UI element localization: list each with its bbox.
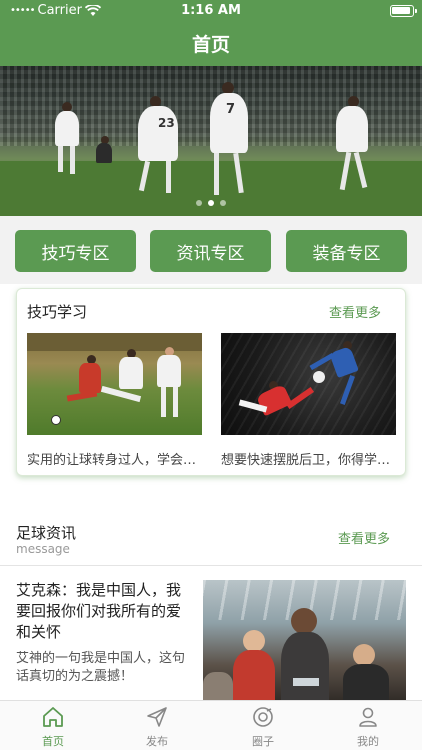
jersey-number-7: 7	[226, 102, 236, 117]
skills-zone-label: 技巧专区	[41, 243, 110, 264]
carousel-dot-active[interactable]	[208, 200, 214, 206]
battery-icon	[390, 5, 417, 17]
send-icon	[147, 707, 167, 727]
skills-zone-button[interactable]: 技巧专区	[15, 230, 136, 272]
tab-bar: 首页 发布 圈子 我的	[0, 700, 422, 750]
zone-buttons: 技巧专区 资讯专区 装备专区	[0, 216, 422, 284]
circle-icon	[253, 707, 273, 727]
tab-home-label: 首页	[42, 735, 64, 748]
skill-caption[interactable]: 想要快速摆脱后卫，你得学会这招	[221, 449, 396, 468]
home-icon	[43, 707, 63, 727]
news-section-title: 足球资讯	[16, 524, 77, 542]
news-zone-button[interactable]: 资讯专区	[150, 230, 271, 272]
jersey-number-23: 23	[158, 116, 175, 130]
news-article-title[interactable]: 艾克森：我是中国人，我要回报你们对我所有的爱和关怀	[16, 580, 192, 643]
person-icon	[359, 707, 377, 727]
skills-card: 技巧学习 查看更多 实用的让球转身过人，学会秒杀防守 想要快速摆脱后卫，你得学会…	[16, 288, 406, 476]
tab-mine-label: 我的	[357, 735, 379, 748]
skill-caption[interactable]: 实用的让球转身过人，学会秒杀防守	[27, 449, 202, 468]
tab-publish-label: 发布	[146, 735, 168, 748]
carousel-indicator[interactable]	[0, 200, 422, 206]
tab-circle-label: 圈子	[252, 735, 274, 748]
skills-more-link[interactable]: 查看更多	[329, 302, 381, 321]
tab-mine[interactable]: 我的	[328, 705, 408, 749]
equipment-zone-label: 装备专区	[312, 243, 381, 264]
status-time: 1:16 AM	[181, 3, 241, 18]
skill-video-thumbnail[interactable]	[221, 333, 396, 435]
news-section-subtitle: message	[16, 542, 70, 556]
news-separator	[0, 565, 422, 566]
tab-circle[interactable]: 圈子	[223, 705, 303, 749]
skill-video-thumbnail[interactable]	[27, 333, 202, 435]
news-zone-label: 资讯专区	[176, 243, 245, 264]
news-more-link[interactable]: 查看更多	[338, 528, 390, 547]
status-bar: ••••• Carrier 1:16 AM	[0, 0, 422, 22]
news-article-description: 艾神的一句我是中国人，这句话真切的为之震撼！	[16, 651, 186, 684]
tab-home[interactable]: 首页	[13, 705, 93, 749]
banner-carousel[interactable]: 23 7	[0, 66, 422, 216]
tab-publish[interactable]: 发布	[117, 705, 197, 749]
section-divider	[0, 490, 422, 500]
page-title: 首页	[191, 34, 230, 56]
skills-title: 技巧学习	[27, 303, 88, 321]
carousel-dot[interactable]	[220, 200, 226, 206]
equipment-zone-button[interactable]: 装备专区	[286, 230, 407, 272]
news-article-image[interactable]	[203, 580, 406, 702]
navigation-bar: ••••• Carrier 1:16 AM 首页	[0, 0, 422, 66]
carousel-dot[interactable]	[196, 200, 202, 206]
